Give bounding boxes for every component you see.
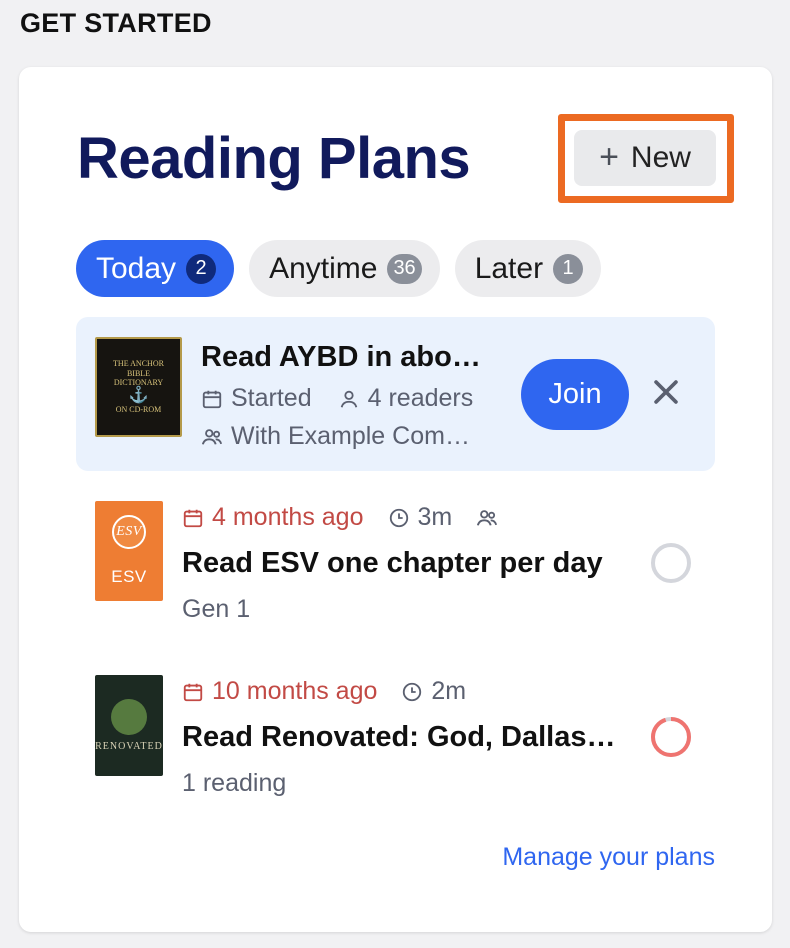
plan-meta-row: 4 months ago 3m [182,503,498,532]
tab-label: Later [474,251,544,285]
plan-title: Read ESV one chapter per day [182,547,603,579]
manage-plans-link[interactable]: Manage your plans [502,843,715,872]
close-icon[interactable] [649,375,683,409]
plan-duration: 3m [417,503,453,531]
plan-meta-row: 10 months ago 2m [182,677,466,706]
tab-label: Anytime [269,251,378,285]
calendar-icon [183,683,203,701]
esv-seal-icon: ESV [112,515,146,549]
join-button[interactable]: Join [521,359,629,430]
invite-community: With Example Com… [231,422,470,450]
plus-icon: + [599,137,619,176]
cover-label: RENOVATED [95,741,163,752]
clock-icon [403,682,422,701]
aybd-book-cover: THE ANCHOR BIBLE DICTIONARY ⚓ ON CD-ROM [95,337,182,437]
section-label: GET STARTED [20,8,212,38]
invite-plan-item[interactable]: THE ANCHOR BIBLE DICTIONARY ⚓ ON CD-ROM Re… [76,317,715,471]
plan-item[interactable]: ESV ESV 4 months ago 3m Read ESV one cha… [76,499,715,623]
progress-ring[interactable] [649,715,693,759]
plan-tabs: Today 2 Anytime 36 Later 1 [76,240,602,297]
plan-when: 10 months ago [212,677,378,705]
reading-plans-card: Reading Plans + New Today 2 Anytime 36 L… [19,67,772,932]
renovated-book-cover: RENOVATED [95,675,163,776]
invite-meta-row: Started 4 readers [201,384,473,413]
tab-anytime[interactable]: Anytime 36 [249,240,440,297]
calendar-icon [202,390,222,408]
group-icon [477,509,498,526]
plan-subtitle: 1 reading [182,769,287,797]
person-icon [340,390,357,408]
invite-plan-title: Read AYBD in abo… [201,341,481,373]
clock-icon [389,508,408,527]
invite-readers: 4 readers [367,384,474,412]
group-icon [201,428,223,445]
card-title: Reading Plans [77,126,471,191]
tab-today[interactable]: Today 2 [76,240,235,297]
tab-later[interactable]: Later 1 [454,240,602,297]
plan-item[interactable]: RENOVATED 10 months ago 2m Read Renovate… [76,673,715,797]
cover-label: ESV [111,567,147,586]
tab-count-badge: 36 [387,253,422,284]
invite-community-row: With Example Com… [201,422,501,451]
tab-count-badge: 2 [186,253,217,284]
new-plan-button[interactable]: + New [574,130,716,186]
esv-book-cover: ESV ESV [95,501,163,601]
invite-status: Started [231,384,312,412]
plan-title: Read Renovated: God, Dallas… [182,721,616,753]
calendar-icon [183,509,203,527]
plan-duration: 2m [431,677,467,705]
plan-when: 4 months ago [212,503,364,531]
plan-subtitle: Gen 1 [182,595,251,623]
tab-count-badge: 1 [553,253,584,284]
progress-ring[interactable] [649,541,693,585]
tab-label: Today [96,251,177,285]
new-button-label: New [630,141,691,174]
